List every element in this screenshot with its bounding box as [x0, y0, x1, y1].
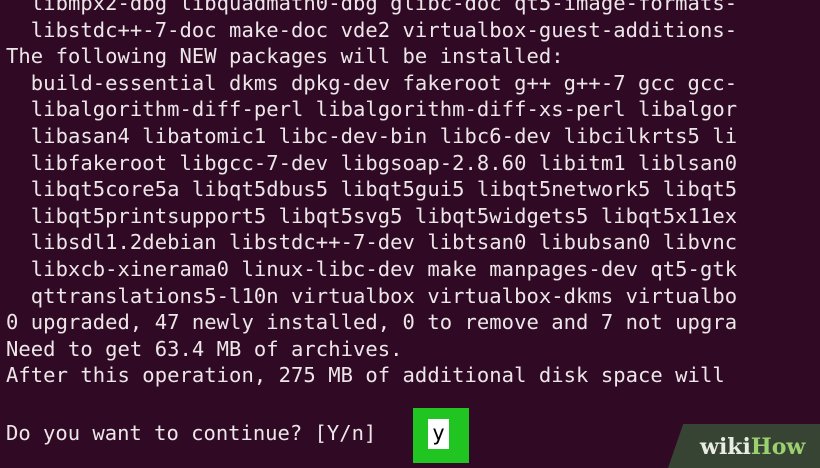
terminal-line: libsdl1.2debian libstdc++-7-dev libtsan0…: [6, 230, 738, 255]
terminal-line: build-essential dkms dpkg-dev fakeroot g…: [6, 70, 738, 95]
terminal-line: libxcb-xinerama0 linux-libc-dev make man…: [6, 256, 738, 281]
watermark-text-how: How: [750, 434, 806, 460]
terminal-line: libalgorithm-diff-perl libalgorithm-diff…: [6, 97, 738, 122]
terminal-window[interactable]: libmpx2-dbg libquadmath0-dbg glibc-doc q…: [0, 0, 820, 468]
watermark-text-wiki: wiki: [700, 434, 751, 460]
terminal-line: Need to get 63.4 MB of archives.: [6, 336, 403, 361]
wikihow-watermark: wikiHow: [700, 432, 805, 462]
terminal-line: The following NEW packages will be insta…: [6, 44, 564, 69]
terminal-line: libqt5printsupport5 libqt5svg5 libqt5wid…: [6, 203, 738, 228]
terminal-line: libmpx2-dbg libquadmath0-dbg glibc-doc q…: [6, 0, 738, 15]
terminal-output: libmpx2-dbg libquadmath0-dbg glibc-doc q…: [6, 0, 820, 389]
answer-input[interactable]: y: [428, 420, 449, 446]
terminal-line: After this operation, 275 MB of addition…: [6, 363, 738, 388]
terminal-line: qttranslations5-l10n virtualbox virtualb…: [6, 283, 738, 308]
terminal-line: libqt5core5a libqt5dbus5 libqt5gui5 libq…: [6, 177, 738, 202]
terminal-line: libasan4 libatomic1 libc-dev-bin libc6-d…: [6, 123, 738, 148]
terminal-line: libstdc++-7-doc make-doc vde2 virtualbox…: [6, 17, 738, 42]
terminal-line: 0 upgraded, 47 newly installed, 0 to rem…: [6, 310, 738, 335]
continue-prompt: Do you want to continue? [Y/n]: [6, 421, 389, 445]
terminal-line: libfakeroot libgcc-7-dev libgsoap-2.8.60…: [6, 150, 738, 175]
